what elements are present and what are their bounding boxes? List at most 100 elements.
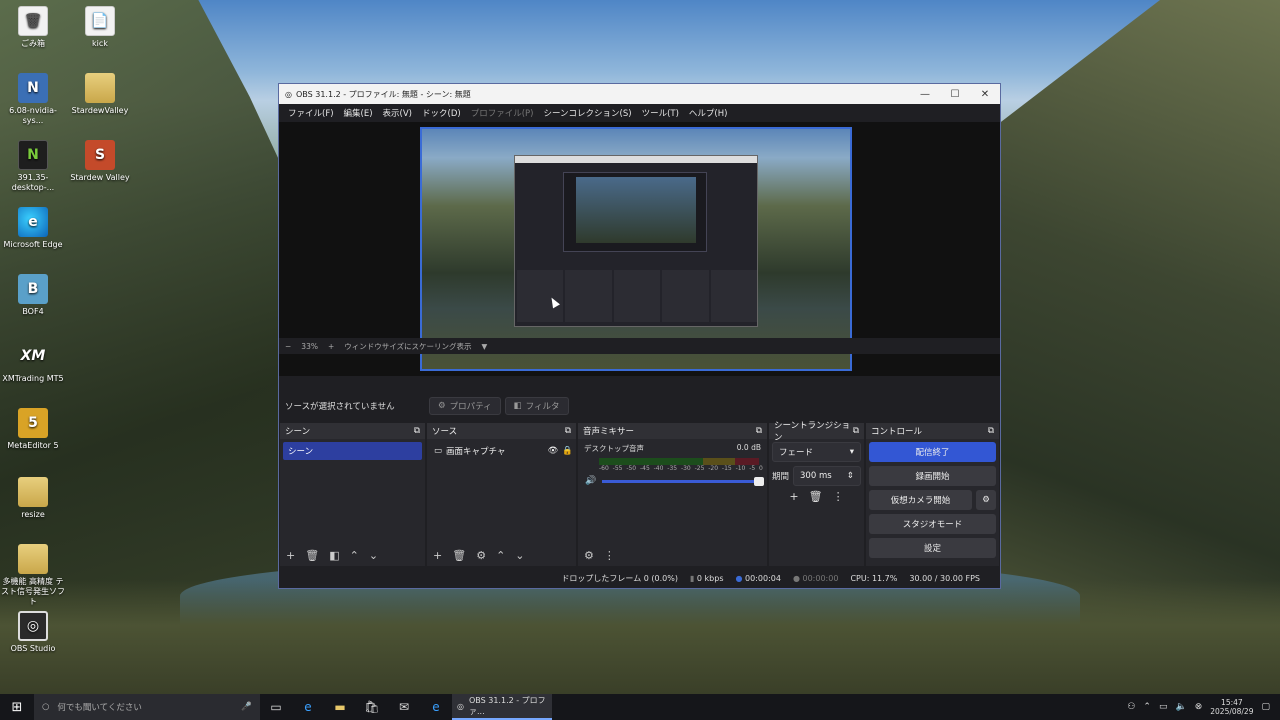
stop-streaming-button[interactable]: 配信終了	[869, 442, 996, 462]
menu-help[interactable]: ヘルプ(H)	[684, 107, 733, 119]
clock-date: 2025/08/29	[1210, 707, 1254, 716]
chevron-down-icon[interactable]: ⌄	[515, 549, 524, 562]
chevron-up-icon[interactable]: ⌃	[496, 549, 505, 562]
zoom-out-button[interactable]: −	[285, 342, 291, 351]
recycle-bin-icon: 🗑	[18, 6, 48, 36]
desktop-icon-nvidia-608[interactable]: N 6.08-nvidia-sys...	[0, 73, 66, 126]
filters-button[interactable]: ◧ フィルタ	[504, 397, 569, 415]
transition-select[interactable]: フェード ▾	[772, 442, 861, 462]
add-icon[interactable]: +	[433, 549, 442, 562]
desktop-icon-nvidia-391[interactable]: N 391.35-desktop-...	[0, 140, 66, 193]
menu-file[interactable]: ファイル(F)	[283, 107, 339, 119]
desktop-icon-obs-studio[interactable]: ◎ OBS Studio	[0, 611, 66, 654]
duration-spinbox[interactable]: 300 ms ⇕	[793, 466, 861, 486]
advanced-audio-icon[interactable]: ⚙	[584, 549, 594, 562]
dock-float-icon[interactable]: ⧉	[414, 426, 420, 436]
menu-docks[interactable]: ドック(D)	[417, 107, 466, 119]
title-bar[interactable]: ◎ OBS 31.1.2 - プロファイル: 無題 - シーン: 無題 — ☐ …	[279, 84, 1000, 104]
obs-icon: ◎	[18, 611, 48, 641]
source-toolbar: ソースが選択されていません ⚙ プロパティ ◧ フィルタ	[279, 392, 1000, 420]
desktop-icon-label: 多機能 高精度 テスト信号発生ソフト	[1, 577, 65, 606]
add-icon[interactable]: +	[286, 549, 295, 562]
network-icon[interactable]: ▭	[1159, 702, 1168, 712]
source-item-screen-capture[interactable]: ▭ 画面キャプチャ 👁 🔒	[430, 442, 573, 460]
taskbar-search[interactable]: ○ 何でも聞いてください 🎤	[34, 694, 260, 720]
desktop-icon-resize[interactable]: resize	[0, 477, 66, 520]
desktop-icon-label: ごみ箱	[21, 39, 45, 48]
desktop-icon-recycle-bin[interactable]: 🗑 ごみ箱	[0, 6, 66, 49]
desktop-icon-stardew-folder[interactable]: StardewValley	[67, 73, 133, 116]
defender-icon[interactable]: ⊗	[1195, 702, 1203, 712]
dock-float-icon[interactable]: ⧉	[853, 426, 859, 436]
search-placeholder: 何でも聞いてください	[57, 703, 142, 713]
maximize-icon[interactable]: ☐	[940, 89, 970, 100]
menu-view[interactable]: 表示(V)	[378, 107, 417, 119]
chevron-up-icon[interactable]: ⌃	[1143, 702, 1151, 712]
edge-taskbar-icon-2[interactable]: e	[420, 694, 452, 720]
file-explorer-icon[interactable]: ▬	[324, 694, 356, 720]
preview-canvas[interactable]	[420, 127, 852, 371]
lock-icon[interactable]: 🔒	[562, 446, 573, 456]
start-recording-button[interactable]: 録画開始	[869, 466, 996, 486]
windows-start-icon[interactable]: ⊞	[0, 694, 34, 720]
desktop-icon-stardew-valley[interactable]: S Stardew Valley	[67, 140, 133, 183]
desktop-icon-edge[interactable]: e Microsoft Edge	[0, 207, 66, 250]
clock[interactable]: 15:47 2025/08/29	[1210, 698, 1253, 716]
taskbar-app-obs[interactable]: ◎ OBS 31.1.2 - プロファ...	[452, 694, 552, 720]
menu-profile[interactable]: プロファイル(P)	[466, 107, 539, 119]
desktop-icon-label: StardewValley	[71, 106, 129, 115]
volume-slider[interactable]	[602, 476, 765, 486]
dropped-frames: ドロップしたフレーム 0 (0.0%)	[561, 573, 678, 583]
properties-button[interactable]: ⚙ プロパティ	[429, 397, 501, 415]
speaker-icon[interactable]: 🔊	[585, 476, 596, 486]
menu-edit[interactable]: 編集(E)	[339, 107, 378, 119]
chevron-up-icon[interactable]: ⌃	[350, 549, 359, 562]
menu-tools[interactable]: ツール(T)	[637, 107, 684, 119]
people-icon[interactable]: ⚇	[1127, 702, 1135, 712]
scene-item[interactable]: シーン	[283, 442, 422, 460]
chevron-down-icon[interactable]: ▼	[482, 342, 488, 351]
edge-taskbar-icon[interactable]: e	[292, 694, 324, 720]
dock-float-icon[interactable]: ⧉	[565, 426, 571, 436]
studio-mode-button[interactable]: スタジオモード	[869, 514, 996, 534]
filter-icon[interactable]: ◧	[329, 549, 339, 562]
volume-icon[interactable]: 🔈	[1175, 702, 1186, 712]
chevron-down-icon[interactable]: ⌄	[369, 549, 378, 562]
game-icon: S	[85, 140, 115, 170]
signal-icon: ▮	[689, 573, 695, 583]
desktop-icon-kick[interactable]: 📄 kick	[67, 6, 133, 49]
notification-icon[interactable]: ▢	[1261, 702, 1270, 712]
desktop-icon-xmtrading[interactable]: XM XMTrading MT5	[0, 341, 66, 384]
fps: 30.00 / 30.00 FPS	[909, 573, 980, 583]
dock-float-icon[interactable]: ⧉	[988, 426, 994, 436]
kebab-menu-icon[interactable]: ⋮	[604, 549, 615, 562]
gear-icon[interactable]: ⚙	[476, 549, 486, 562]
close-icon[interactable]: ✕	[970, 89, 1000, 100]
scaling-mode[interactable]: ウィンドウサイズにスケーリング表示	[344, 341, 471, 352]
add-icon[interactable]: +	[789, 490, 798, 503]
bof4-icon: B	[18, 274, 48, 304]
menu-scene-collection[interactable]: シーンコレクション(S)	[538, 107, 636, 119]
gear-icon[interactable]: ⚙	[976, 490, 996, 510]
transition-type-value: フェード	[779, 448, 814, 458]
eye-icon[interactable]: 👁	[548, 446, 559, 456]
microphone-icon[interactable]: 🎤	[241, 702, 252, 712]
desktop-icon-metaeditor[interactable]: 5 MetaEditor 5	[0, 408, 66, 451]
desktop-icon-signal-generator[interactable]: 多機能 高精度 テスト信号発生ソフト	[0, 544, 66, 607]
dock-float-icon[interactable]: ⧉	[756, 426, 762, 436]
task-view-icon[interactable]: ▭	[260, 694, 292, 720]
settings-button[interactable]: 設定	[869, 538, 996, 558]
desktop-icon-bof4[interactable]: B BOF4	[0, 274, 66, 317]
volume-slider-handle[interactable]	[754, 476, 765, 486]
kebab-menu-icon[interactable]: ⋮	[833, 490, 844, 503]
mail-icon[interactable]: ✉	[388, 694, 420, 720]
store-icon[interactable]: 🛍	[356, 694, 388, 720]
zoom-in-button[interactable]: +	[328, 342, 334, 351]
start-virtual-camera-button[interactable]: 仮想カメラ開始	[869, 490, 972, 510]
minimize-icon[interactable]: —	[910, 89, 940, 100]
trash-icon[interactable]: 🗑	[452, 549, 466, 562]
trash-icon[interactable]: 🗑	[809, 490, 823, 503]
desktop-icon-label: Stardew Valley	[70, 173, 130, 182]
spin-arrows-icon[interactable]: ⇕	[847, 471, 854, 481]
trash-icon[interactable]: 🗑	[305, 549, 319, 562]
